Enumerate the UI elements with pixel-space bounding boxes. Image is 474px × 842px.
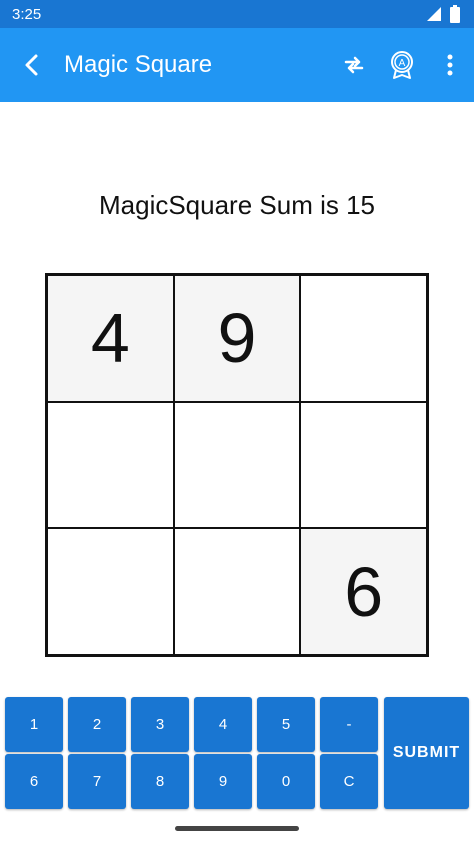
key-minus[interactable]: -	[320, 697, 378, 752]
key-5[interactable]: 5	[257, 697, 315, 752]
magic-square-grid: 4 9 6	[45, 273, 429, 657]
key-3[interactable]: 3	[131, 697, 189, 752]
battery-icon	[450, 5, 460, 23]
key-clear[interactable]: C	[320, 754, 378, 809]
more-icon	[447, 54, 453, 76]
key-9[interactable]: 9	[194, 754, 252, 809]
status-time: 3:25	[12, 5, 42, 23]
svg-text:A: A	[399, 58, 406, 69]
app-bar: Magic Square A	[0, 28, 474, 102]
swap-button[interactable]	[330, 28, 378, 102]
key-1[interactable]: 1	[5, 697, 63, 752]
back-arrow-icon	[25, 54, 38, 76]
back-button[interactable]	[0, 28, 64, 102]
key-7[interactable]: 7	[68, 754, 126, 809]
key-6[interactable]: 6	[5, 754, 63, 809]
cell-r1-c2: 9	[173, 275, 301, 402]
more-options-button[interactable]	[426, 28, 474, 102]
cell-r2-c2[interactable]	[173, 401, 301, 529]
gesture-nav-handle[interactable]	[175, 826, 299, 831]
cell-r1-c1: 4	[47, 275, 174, 402]
key-2[interactable]: 2	[68, 697, 126, 752]
magic-sum-label: MagicSquare Sum is 15	[98, 190, 376, 220]
cell-r3-c3: 6	[300, 528, 427, 655]
award-icon: A	[391, 51, 413, 79]
key-4[interactable]: 4	[194, 697, 252, 752]
app-title: Magic Square	[64, 51, 213, 78]
achievements-button[interactable]: A	[378, 28, 426, 102]
cell-r1-c3[interactable]	[300, 275, 427, 402]
cell-r3-c2[interactable]	[173, 528, 301, 655]
cell-r2-c1[interactable]	[47, 401, 174, 529]
key-0[interactable]: 0	[257, 754, 315, 809]
key-8[interactable]: 8	[131, 754, 189, 809]
status-bar: 3:25	[0, 0, 474, 28]
swap-icon	[344, 56, 364, 74]
cell-r2-c3[interactable]	[300, 401, 427, 529]
signal-icon	[427, 7, 441, 21]
submit-button[interactable]: SUBMIT	[384, 697, 469, 809]
cell-r3-c1[interactable]	[47, 528, 174, 655]
